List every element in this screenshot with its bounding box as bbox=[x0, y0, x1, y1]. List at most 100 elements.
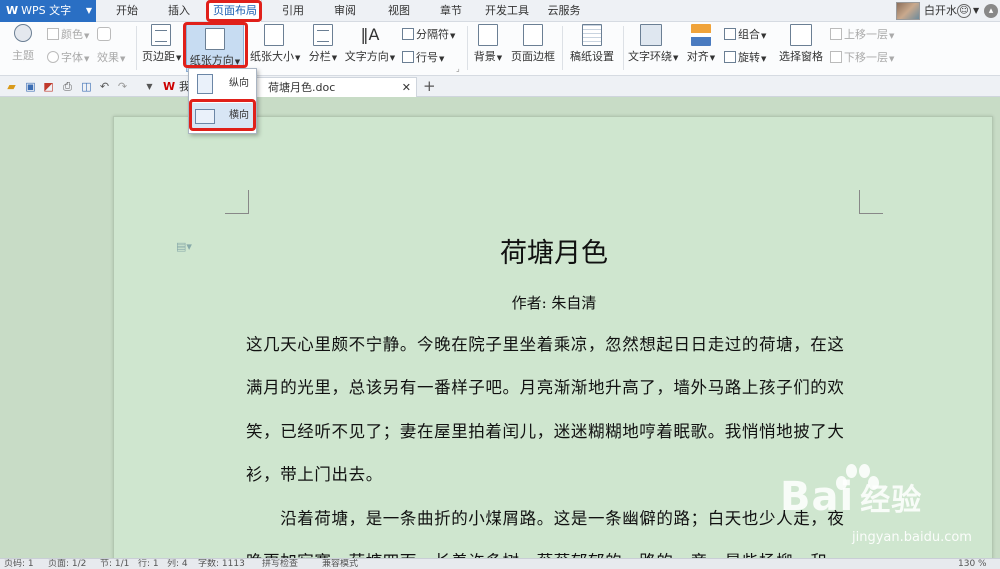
chevron-down-icon: ▼ bbox=[439, 55, 445, 63]
margins-icon bbox=[151, 24, 171, 46]
color-button[interactable]: 颜色▼ bbox=[47, 27, 89, 43]
document-author: 作者: 朱自清 bbox=[511, 294, 597, 312]
tab-home[interactable]: 开始 bbox=[108, 0, 146, 22]
print-icon[interactable]: ⎙ bbox=[61, 80, 74, 93]
status-spell[interactable]: 拼写检查 bbox=[262, 559, 298, 569]
app-menu-button[interactable]: W WPS 文字 ▼ bbox=[0, 0, 96, 22]
status-page[interactable]: 页码: 1 bbox=[4, 559, 34, 569]
selection-pane-button[interactable]: 选择窗格 bbox=[778, 24, 824, 72]
margins-button[interactable]: 页边距▼ bbox=[142, 24, 181, 72]
group-label: 组合 bbox=[738, 28, 760, 41]
close-icon[interactable]: ✕ bbox=[402, 78, 411, 97]
save-icon[interactable]: ▣ bbox=[24, 80, 37, 93]
chevron-down-icon: ▼ bbox=[450, 32, 456, 40]
customize-dropdown-icon[interactable]: ▼ bbox=[143, 80, 156, 93]
avatar[interactable] bbox=[896, 2, 920, 20]
chevron-down-icon: ▼ bbox=[889, 55, 895, 63]
status-zoom[interactable]: 130 % bbox=[958, 559, 987, 569]
color-label: 颜色 bbox=[61, 28, 83, 41]
rotate-button[interactable]: 旋转▼ bbox=[724, 50, 766, 66]
breaks-button[interactable]: 分隔符▼ bbox=[402, 27, 455, 43]
redo-icon[interactable]: ↷ bbox=[116, 80, 129, 93]
portrait-page-icon bbox=[197, 74, 213, 94]
chevron-down-icon: ▼ bbox=[709, 54, 716, 62]
page-border-button[interactable]: 页面边框 bbox=[510, 24, 556, 72]
background-button[interactable]: 背景▼ bbox=[472, 24, 504, 72]
document-page[interactable]: ▤▾ 荷塘月色 作者: 朱自清 这几天心里颇不宁静。今晚在院子里坐着乘凉，忽然想… bbox=[113, 116, 993, 569]
bring-forward-button[interactable]: 上移一层▼ bbox=[830, 27, 894, 43]
print-preview-icon[interactable]: ◫ bbox=[80, 80, 93, 93]
margin-corner-mark bbox=[225, 190, 249, 214]
document-title: 荷塘月色 bbox=[500, 238, 608, 269]
text-wrap-button[interactable]: 文字环绕▼ bbox=[628, 24, 678, 72]
status-section: 节: 1/1 bbox=[100, 559, 130, 569]
chevron-down-icon: ▼ bbox=[84, 55, 90, 63]
chevron-down-icon: ▼ bbox=[389, 54, 396, 62]
document-tab[interactable]: 荷塘月色.doc ✕ bbox=[253, 77, 417, 97]
tab-references[interactable]: 引用 bbox=[274, 0, 312, 22]
dialog-launcher-icon[interactable]: ⌟ bbox=[456, 64, 460, 73]
app-name: WPS 文字 bbox=[21, 4, 72, 17]
background-label: 背景 bbox=[473, 50, 496, 63]
align-button[interactable]: 对齐▼ bbox=[684, 24, 718, 72]
new-tab-button[interactable]: + bbox=[423, 77, 436, 95]
portrait-label: 纵向 bbox=[229, 78, 249, 89]
manuscript-label: 稿纸设置 bbox=[570, 50, 614, 63]
tab-page-layout[interactable]: 页面布局 bbox=[208, 0, 262, 22]
username[interactable]: 白开水 bbox=[924, 0, 957, 22]
effect-button[interactable]: 效果▼ bbox=[97, 50, 125, 66]
send-backward-button[interactable]: 下移一层▼ bbox=[830, 50, 894, 66]
chevron-down-icon: ▼ bbox=[234, 58, 241, 66]
text-wrap-label-wrap: 文字环绕▼ bbox=[628, 48, 678, 64]
selection-pane-icon bbox=[790, 24, 812, 46]
theme-button[interactable]: 主题 bbox=[8, 24, 38, 72]
orientation-icon bbox=[205, 28, 225, 50]
effect-icon-button[interactable] bbox=[97, 27, 113, 43]
align-label: 对齐 bbox=[686, 50, 709, 63]
align-icon bbox=[691, 24, 711, 46]
paper-size-label: 纸张大小 bbox=[250, 50, 294, 63]
chevron-down-icon: ▼ bbox=[761, 32, 767, 40]
wps-logo-icon: W bbox=[6, 4, 19, 17]
breaks-label: 分隔符 bbox=[416, 28, 449, 41]
document-tab-label: 荷塘月色.doc bbox=[268, 81, 336, 94]
collapse-ribbon-icon[interactable]: ▴ bbox=[984, 4, 998, 18]
tab-chapter[interactable]: 章节 bbox=[432, 0, 470, 22]
wps-home-tab[interactable]: W 我 bbox=[163, 78, 190, 95]
status-pages[interactable]: 页面: 1/2 bbox=[48, 559, 86, 569]
smiley-icon[interactable]: ☺ bbox=[957, 4, 971, 18]
line-numbers-label: 行号 bbox=[416, 51, 438, 64]
tab-view[interactable]: 视图 bbox=[380, 0, 418, 22]
tab-developer[interactable]: 开发工具 bbox=[481, 0, 533, 22]
open-folder-icon[interactable]: ▰ bbox=[5, 80, 18, 93]
columns-icon bbox=[313, 24, 333, 46]
line-numbers-button[interactable]: 行号▼ bbox=[402, 50, 444, 66]
text-direction-button[interactable]: ‖A 文字方向▼ bbox=[344, 24, 396, 72]
orientation-landscape-item[interactable]: 横向 bbox=[191, 103, 254, 129]
chevron-down-icon: ▼ bbox=[889, 32, 895, 40]
undo-icon[interactable]: ↶ bbox=[98, 80, 111, 93]
orientation-dropdown: 纵向 横向 bbox=[188, 68, 257, 134]
group-button[interactable]: 组合▼ bbox=[724, 27, 766, 43]
columns-button[interactable]: 分栏▼ bbox=[306, 24, 340, 72]
tab-review[interactable]: 审阅 bbox=[326, 0, 364, 22]
paper-orientation-button[interactable]: 纸张方向▼ bbox=[186, 24, 244, 72]
status-words[interactable]: 字数: 1113 bbox=[198, 559, 245, 569]
orientation-label: 纸张方向 bbox=[189, 54, 234, 67]
font-label: 字体 bbox=[61, 51, 83, 64]
tab-cloud[interactable]: 云服务 bbox=[544, 0, 584, 22]
orientation-portrait-item[interactable]: 纵向 bbox=[191, 71, 254, 97]
paper-size-button[interactable]: 纸张大小▼ bbox=[250, 24, 300, 72]
status-bar: 页码: 1 页面: 1/2 节: 1/1 行: 1 列: 4 字数: 1113 … bbox=[0, 558, 1000, 569]
manuscript-button[interactable]: 稿纸设置 bbox=[568, 24, 616, 72]
theme-icon bbox=[14, 24, 32, 42]
text-line: 衫，带上门出去。 bbox=[246, 465, 383, 484]
user-area[interactable]: 白开水 ☺ ▼ ▴ bbox=[896, 0, 1000, 22]
orientation-label-wrap: 纸张方向▼ bbox=[187, 52, 243, 68]
status-mode: 兼容模式 bbox=[322, 559, 359, 569]
export-pdf-icon[interactable]: ◩ bbox=[42, 80, 55, 93]
palette-icon bbox=[47, 28, 59, 40]
font-theme-button[interactable]: 字体▼ bbox=[47, 50, 89, 66]
tab-insert[interactable]: 插入 bbox=[160, 0, 198, 22]
chevron-down-icon[interactable]: ▼ bbox=[973, 0, 979, 22]
